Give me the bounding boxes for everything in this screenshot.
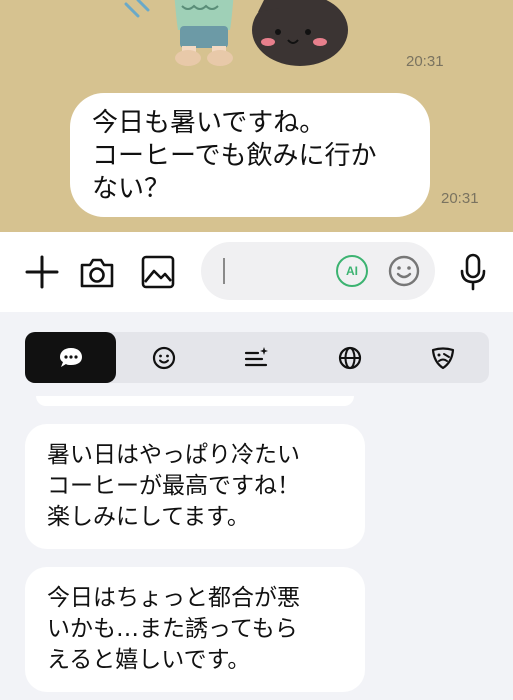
tab-reply-suggestions[interactable] [25, 332, 116, 383]
sparkle-list-icon [244, 346, 268, 366]
globe-icon [338, 346, 362, 369]
message-timestamp: 20:31 [441, 190, 479, 207]
tab-rewrite[interactable] [211, 332, 303, 383]
ai-reply-panel: 暑い日はやっぱり冷たい コーヒーが最高ですね！ 楽しみにしてます。 今日はちょっ… [0, 312, 513, 700]
mood-icon [431, 346, 455, 369]
suggestion-line: 今日はちょっと都合が悪 [47, 585, 300, 611]
suggestion-line: えると嬉しいです。 [47, 647, 251, 673]
text-caret [223, 258, 225, 284]
suggestion-card[interactable]: 今日はちょっと都合が悪 いかも…また誘ってもら えると嬉しいです。 [25, 567, 365, 692]
camera-icon[interactable] [77, 252, 117, 292]
suggestion-card[interactable]: 暑い日はやっぱり冷たい コーヒーが最高ですね！ 楽しみにしてます。 [25, 424, 365, 549]
message-line: ない？ [92, 174, 171, 204]
emoji-icon[interactable] [388, 255, 420, 287]
chat-area: 20:31 今日も暑いですね。 コーヒーでも飲みに行か ない？ 20:31 [0, 0, 513, 232]
ai-badge-label: AI [346, 264, 358, 278]
sticker-timestamp: 20:31 [406, 53, 444, 70]
sticker-sweat-lines [124, 0, 150, 18]
message-line: コーヒーでも飲みに行か [92, 141, 377, 171]
tab-emoji[interactable] [118, 332, 210, 383]
incoming-message-bubble[interactable]: 今日も暑いですね。 コーヒーでも飲みに行か ない？ [70, 93, 430, 217]
previous-suggestion-card-edge [36, 396, 354, 406]
sticker-character-cat [252, 0, 348, 66]
panel-tab-bar [25, 332, 489, 383]
sticker-image[interactable] [118, 0, 358, 70]
plus-icon[interactable] [22, 252, 62, 292]
suggestion-line: いかも…また誘ってもら [47, 616, 298, 642]
message-line: 今日も暑いですね。 [92, 108, 326, 138]
tab-translate[interactable] [304, 332, 396, 383]
smiley-icon [152, 346, 176, 369]
image-icon[interactable] [138, 252, 178, 292]
message-input-field[interactable]: AI [201, 242, 435, 300]
ai-icon[interactable]: AI [336, 255, 368, 287]
suggestion-line: コーヒーが最高ですね！ [47, 473, 300, 499]
tab-mood[interactable] [397, 332, 489, 383]
chat-bubble-icon [59, 347, 82, 367]
suggestion-line: 暑い日はやっぱり冷たい [47, 442, 300, 468]
microphone-icon[interactable] [453, 252, 493, 292]
suggestion-line: 楽しみにしてます。 [47, 504, 250, 530]
sticker-character-green [174, 0, 234, 66]
